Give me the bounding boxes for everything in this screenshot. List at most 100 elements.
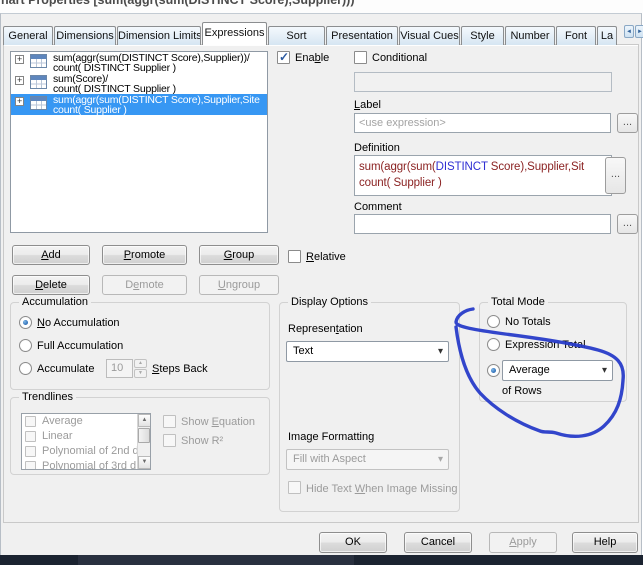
trendline-label: Average <box>42 415 83 427</box>
window-title: hart Properties [sum(aggr(sum(DISTINCT S… <box>1 0 355 7</box>
group-button[interactable]: Group <box>199 245 279 265</box>
accumulation-group: Accumulation No Accumulation Full Accumu… <box>10 296 270 390</box>
demote-button[interactable]: Demote <box>102 275 187 295</box>
help-button[interactable]: Help <box>572 532 638 553</box>
conditional-label: Conditional <box>372 52 428 64</box>
relative-label: Relative <box>306 251 346 263</box>
tab-scroll-right-icon[interactable]: ► <box>635 25 643 38</box>
total-mode-title: Total Mode <box>488 296 548 308</box>
cancel-button[interactable]: Cancel <box>404 532 472 553</box>
tab-visual-cues[interactable]: Visual Cues <box>399 26 460 45</box>
definition-line2: count( Supplier ) <box>359 177 442 189</box>
no-accumulation-radio[interactable] <box>19 316 32 329</box>
apply-button[interactable]: Apply <box>489 532 557 553</box>
promote-button[interactable]: Promote <box>102 245 187 265</box>
comment-ellipsis-button[interactable]: ... <box>617 214 638 234</box>
tab-style[interactable]: Style <box>461 26 504 45</box>
tab-scroll-left-icon[interactable]: ◄ <box>624 25 634 38</box>
steps-back-value: 10 <box>106 359 133 378</box>
comment-caption: Comment <box>354 201 402 213</box>
ok-button[interactable]: OK <box>319 532 387 553</box>
full-accumulation-label: Full Accumulation <box>37 340 124 352</box>
tab-general[interactable]: General <box>3 26 53 45</box>
steps-back-label: Steps Back <box>152 363 208 375</box>
enable-checkbox[interactable] <box>277 50 290 64</box>
show-equation-label: Show Equation <box>181 416 256 428</box>
expression-line2: count( DISTINCT Supplier ) <box>53 83 176 94</box>
tab-bar: General Dimensions Dimension Limits Expr… <box>3 22 618 45</box>
conditional-input <box>354 72 612 92</box>
trendline-item: Linear <box>22 429 150 444</box>
tab-font[interactable]: Font <box>556 26 596 45</box>
ungroup-button[interactable]: Ungroup <box>199 275 279 295</box>
expression-line2: count( DISTINCT Supplier ) <box>53 62 176 73</box>
image-formatting-label: Image Formatting <box>288 431 375 443</box>
tab-number[interactable]: Number <box>505 26 555 45</box>
tab-presentation[interactable]: Presentation <box>326 26 398 45</box>
total-aggregation-select[interactable]: Average <box>502 360 613 381</box>
scroll-up-icon[interactable] <box>138 414 150 427</box>
accumulate-label: Accumulate <box>37 363 95 375</box>
hide-text-checkbox <box>288 481 301 494</box>
conditional-checkbox[interactable] <box>354 51 367 64</box>
expression-row[interactable]: sum(Score)/ count( DISTINCT Supplier ) <box>11 73 267 94</box>
label-input[interactable] <box>354 113 611 133</box>
image-formatting-select: Fill with Aspect <box>286 449 449 470</box>
trendline-item: Polynomial of 2nd d <box>22 444 150 459</box>
aggregation-radio[interactable] <box>487 364 500 377</box>
trendlines-group: Trendlines Average Linear Polynomial of … <box>10 391 270 475</box>
table-icon <box>30 96 47 112</box>
scroll-thumb[interactable] <box>138 428 150 443</box>
tab-layout-clipped[interactable]: La <box>597 26 617 45</box>
trendlines-scrollbar[interactable] <box>137 414 150 469</box>
screen: hart Properties [sum(aggr(sum(DISTINCT S… <box>0 0 643 565</box>
no-totals-radio[interactable] <box>487 315 500 328</box>
no-totals-label: No Totals <box>505 316 551 328</box>
expand-plus-icon[interactable] <box>15 55 24 64</box>
tab-dimensions[interactable]: Dimensions <box>54 26 116 45</box>
delete-button[interactable]: Delete <box>12 275 90 295</box>
expressions-tab-page: sum(aggr(sum(DISTINCT Score),Supplier))/… <box>3 44 639 523</box>
comment-input[interactable] <box>354 214 611 234</box>
spinner-up-icon[interactable] <box>134 359 147 368</box>
trendline-item: Average <box>22 414 150 429</box>
expression-total-radio[interactable] <box>487 338 500 351</box>
definition-line1: sum(aggr(sum(DISTINCT Score),Supplier,Si… <box>359 161 585 173</box>
definition-box[interactable]: sum(aggr(sum(DISTINCT Score),Supplier,Si… <box>354 155 612 196</box>
label-ellipsis-button[interactable]: ... <box>617 113 638 133</box>
scroll-down-icon[interactable] <box>138 456 150 469</box>
expression-line2: count( Supplier ) <box>53 104 127 115</box>
chart-properties-dialog: General Dimensions Dimension Limits Expr… <box>0 13 643 555</box>
trendline-label: Polynomial of 2nd d <box>42 445 139 457</box>
trendlines-list[interactable]: Average Linear Polynomial of 2nd d Polyn… <box>21 413 151 470</box>
no-accumulation-label: No Accumulation <box>37 317 120 329</box>
expand-plus-icon[interactable] <box>15 97 24 106</box>
trendline-checkbox <box>25 446 36 457</box>
expression-list[interactable]: sum(aggr(sum(DISTINCT Score),Supplier))/… <box>10 51 268 233</box>
window-title-bar: hart Properties [sum(aggr(sum(DISTINCT S… <box>0 0 643 13</box>
full-accumulation-radio[interactable] <box>19 339 32 352</box>
show-r2-label: Show R² <box>181 435 224 447</box>
steps-back-stepper <box>134 359 147 378</box>
tab-expressions[interactable]: Expressions <box>202 22 267 45</box>
trendline-checkbox <box>25 416 36 427</box>
expand-plus-icon[interactable] <box>15 76 24 85</box>
representation-select[interactable]: Text <box>286 341 449 362</box>
definition-ellipsis-button[interactable]: ... <box>605 157 626 194</box>
definition-caption: Definition <box>354 142 400 154</box>
expression-total-label: Expression Total <box>505 339 586 351</box>
accumulate-radio[interactable] <box>19 362 32 375</box>
total-mode-group: Total Mode No Totals Expression Total Av… <box>479 296 627 402</box>
display-options-group: Display Options Representation Text Imag… <box>279 296 460 512</box>
trendline-item: Polynomial of 3rd d <box>22 459 150 469</box>
add-button[interactable]: Add <box>12 245 90 265</box>
representation-label: Representation <box>288 323 363 335</box>
table-icon <box>30 75 47 91</box>
expression-row[interactable]: sum(aggr(sum(DISTINCT Score),Supplier))/… <box>11 52 267 73</box>
tab-sort[interactable]: Sort <box>268 26 325 45</box>
spinner-down-icon[interactable] <box>134 369 147 378</box>
expression-row-selected[interactable]: sum(aggr(sum(DISTINCT Score),Supplier,Si… <box>11 94 267 115</box>
tab-scroll-buttons: ◄ ► <box>623 25 643 38</box>
tab-dimension-limits[interactable]: Dimension Limits <box>117 26 201 45</box>
relative-checkbox[interactable] <box>288 250 301 263</box>
